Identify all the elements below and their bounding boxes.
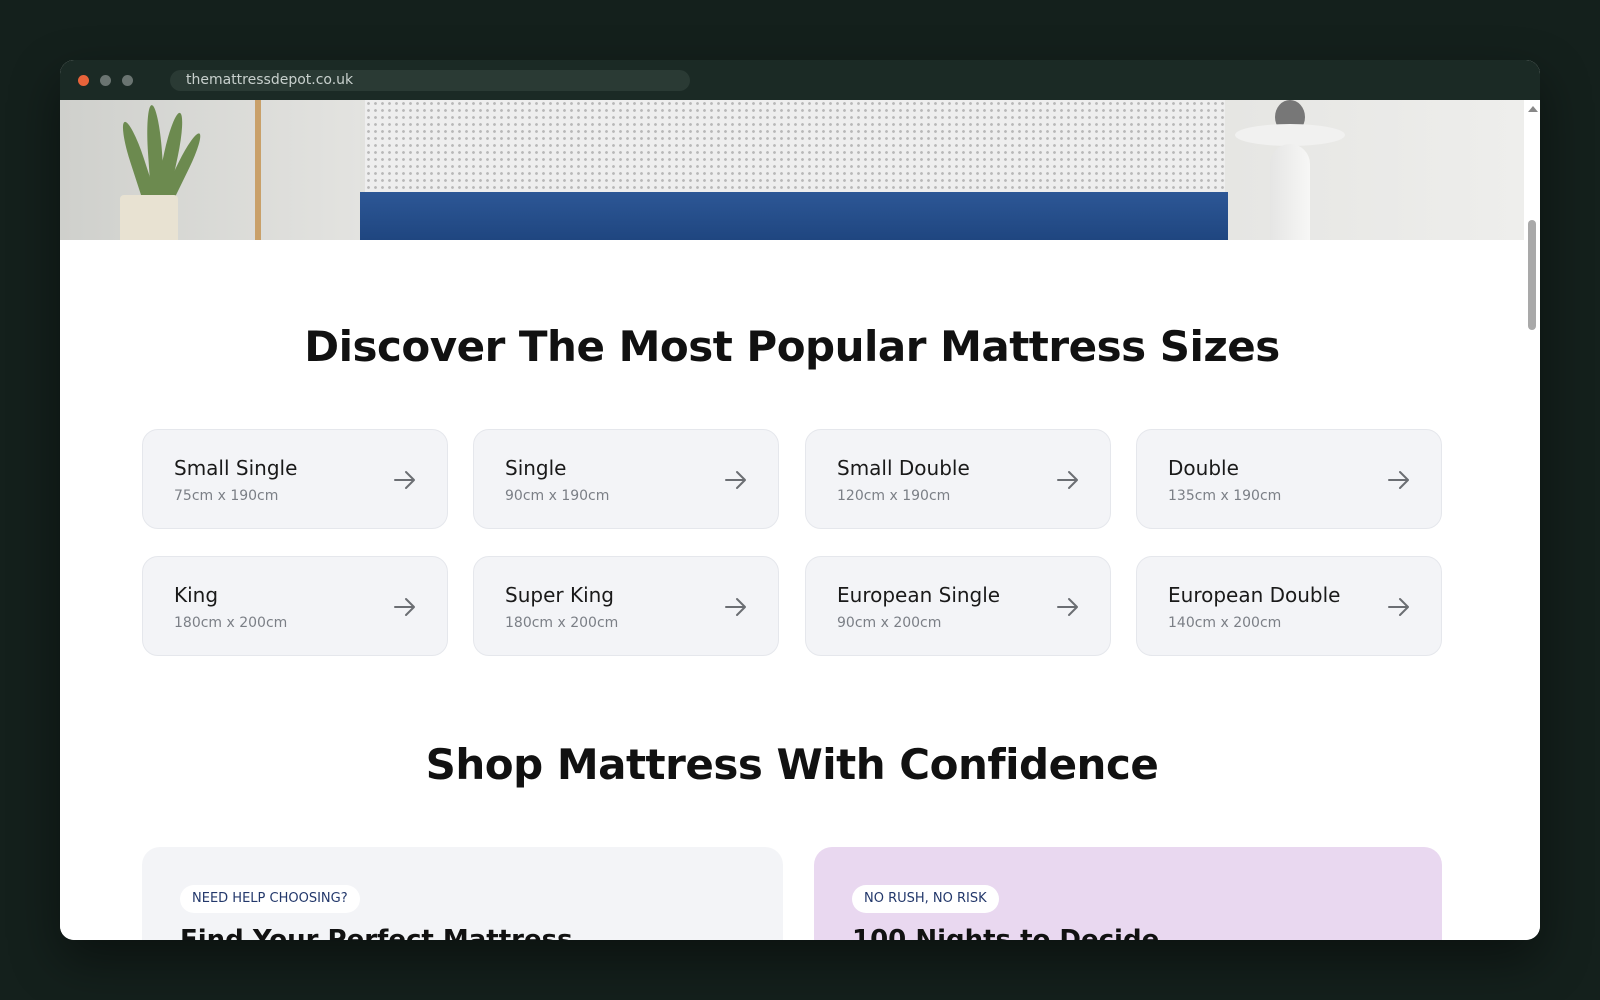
size-card-small-single[interactable]: Small Single 75cm x 190cm: [142, 429, 448, 529]
promo-heading: Find Your Perfect Mattress: [180, 925, 573, 940]
size-card-dimensions: 180cm x 200cm: [505, 615, 619, 631]
arrow-right-icon: [394, 471, 415, 489]
size-card-name: Small Single: [174, 456, 298, 480]
sizes-section-title: Discover The Most Popular Mattress Sizes: [304, 322, 1280, 371]
size-card-name: Small Double: [837, 456, 970, 480]
browser-titlebar: themattressdepot.co.uk: [60, 60, 1540, 100]
size-card-double[interactable]: Double 135cm x 190cm: [1136, 429, 1442, 529]
size-card-name: Double: [1168, 456, 1239, 480]
side-table-base: [1270, 144, 1310, 240]
arrow-right-icon: [1388, 598, 1409, 616]
plant-pot: [120, 195, 178, 240]
arrow-right-icon: [725, 471, 746, 489]
minimize-window-icon[interactable]: [100, 75, 111, 86]
picture-frame-edge: [255, 100, 261, 240]
arrow-right-icon: [1057, 471, 1078, 489]
hero-wall: [60, 100, 360, 240]
page-viewport: Discover The Most Popular Mattress Sizes…: [60, 100, 1524, 940]
size-card-king[interactable]: King 180cm x 200cm: [142, 556, 448, 656]
arrow-right-icon: [1388, 471, 1409, 489]
promo-heading: 100 Nights to Decide: [852, 925, 1160, 940]
promo-card-help-choosing[interactable]: NEED HELP CHOOSING? Find Your Perfect Ma…: [142, 847, 783, 940]
size-card-european-double[interactable]: European Double 140cm x 200cm: [1136, 556, 1442, 656]
size-card-name: European Double: [1168, 583, 1341, 607]
scrollbar-thumb[interactable]: [1528, 220, 1536, 330]
size-card-name: King: [174, 583, 219, 607]
arrow-right-icon: [1057, 598, 1078, 616]
close-window-icon[interactable]: [78, 75, 89, 86]
browser-window: themattressdepot.co.uk Discover The Most…: [60, 60, 1540, 940]
address-bar[interactable]: themattressdepot.co.uk: [170, 70, 690, 91]
size-card-name: European Single: [837, 583, 1001, 607]
size-card-dimensions: 90cm x 200cm: [837, 615, 942, 631]
arrow-right-icon: [725, 598, 746, 616]
size-card-small-double[interactable]: Small Double 120cm x 190cm: [805, 429, 1111, 529]
size-card-dimensions: 180cm x 200cm: [174, 615, 288, 631]
arrow-right-icon: [394, 598, 415, 616]
size-card-dimensions: 90cm x 190cm: [505, 488, 610, 504]
mattress-blue-border: [360, 192, 1228, 240]
size-card-dimensions: 135cm x 190cm: [1168, 488, 1282, 504]
promo-badge: NEED HELP CHOOSING?: [180, 885, 360, 913]
promo-badge: NO RUSH, NO RISK: [852, 885, 999, 913]
size-card-super-king[interactable]: Super King 180cm x 200cm: [473, 556, 779, 656]
side-table-top: [1235, 124, 1345, 146]
size-card-single[interactable]: Single 90cm x 190cm: [473, 429, 779, 529]
size-card-name: Super King: [505, 583, 614, 607]
hero-banner-image: [60, 100, 1524, 240]
size-card-dimensions: 140cm x 200cm: [1168, 615, 1282, 631]
maximize-window-icon[interactable]: [122, 75, 133, 86]
confidence-section-title: Shop Mattress With Confidence: [425, 740, 1159, 789]
mattress-quilted-top: [365, 100, 1225, 192]
size-card-dimensions: 120cm x 190cm: [837, 488, 951, 504]
size-card-european-single[interactable]: European Single 90cm x 200cm: [805, 556, 1111, 656]
vertical-scrollbar[interactable]: [1524, 100, 1540, 940]
scroll-up-arrow-icon[interactable]: [1528, 106, 1538, 112]
size-card-dimensions: 75cm x 190cm: [174, 488, 279, 504]
size-card-name: Single: [505, 456, 567, 480]
promo-card-trial[interactable]: NO RUSH, NO RISK 100 Nights to Decide: [814, 847, 1442, 940]
